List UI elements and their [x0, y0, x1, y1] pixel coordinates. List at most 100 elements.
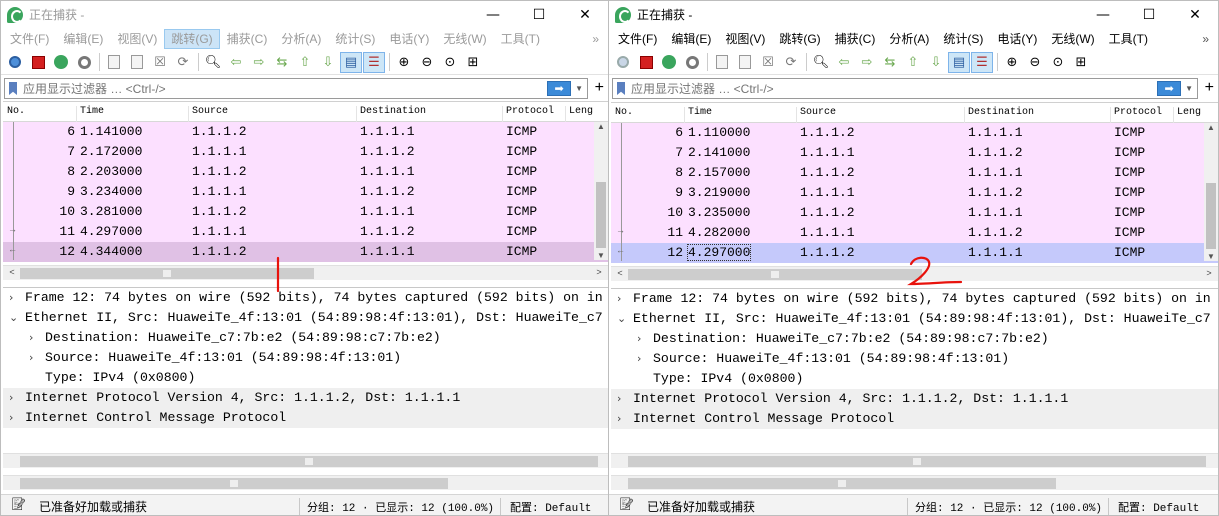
packet-row-selected[interactable]: 12 4.344000 1.1.1.2 1.1.1.1 ICMP: [3, 242, 608, 262]
go-back-button[interactable]: ⇦: [225, 52, 247, 73]
menu-view[interactable]: 视图(V): [718, 30, 772, 48]
detail-row-destination[interactable]: › Destination: HuaweiTe_c7:7b:e2 (54:89:9…: [611, 329, 1218, 349]
menu-tools[interactable]: 工具(T): [1102, 30, 1155, 48]
bytes-hscrollbar[interactable]: [611, 475, 1218, 490]
packet-row[interactable]: 9 3.234000 1.1.1.1 1.1.1.2 ICMP: [3, 182, 608, 202]
add-filter-button[interactable]: +: [595, 78, 604, 98]
menu-telephony[interactable]: 电话(Y): [382, 30, 436, 48]
menu-telephony[interactable]: 电话(Y): [990, 30, 1044, 48]
add-filter-button[interactable]: +: [1205, 78, 1214, 98]
colorize-button[interactable]: ☰: [971, 51, 993, 73]
scroll-thumb[interactable]: [596, 182, 606, 248]
scroll-thumb[interactable]: [20, 268, 314, 279]
detail-row-type[interactable]: Type: IPv4 (0x0800): [611, 369, 1218, 389]
menu-go[interactable]: 跳转(G): [164, 29, 220, 49]
open-file-button[interactable]: [103, 52, 125, 73]
bytes-hscrollbar[interactable]: [3, 475, 608, 490]
first-packet-button[interactable]: ⇧: [902, 52, 924, 73]
go-to-packet-button[interactable]: ⇆: [271, 52, 293, 73]
menu-capture[interactable]: 捕获(C): [828, 30, 883, 48]
packet-list-hscrollbar[interactable]: < >: [611, 266, 1218, 281]
col-time[interactable]: Time: [80, 106, 104, 117]
detail-row-icmp[interactable]: › Internet Control Message Protocol: [611, 409, 1218, 429]
scroll-down-icon[interactable]: ▼: [594, 251, 608, 260]
col-destination[interactable]: Destination: [968, 107, 1034, 118]
menu-edit[interactable]: 编辑(E): [664, 30, 718, 48]
zoom-out-button[interactable]: ⊖: [416, 52, 438, 73]
display-filter-input[interactable]: [23, 81, 548, 96]
zoom-in-button[interactable]: ⊕: [1001, 52, 1023, 73]
packet-row[interactable]: 10 3.281000 1.1.1.2 1.1.1.1 ICMP: [3, 202, 608, 222]
menu-statistics[interactable]: 统计(S): [328, 30, 382, 48]
menu-tools[interactable]: 工具(T): [494, 30, 547, 48]
title-bar[interactable]: 正在捕获 - — ☐ ✕: [1, 1, 608, 28]
scroll-thumb[interactable]: [20, 478, 448, 489]
col-source[interactable]: Source: [192, 106, 228, 117]
menu-analyze[interactable]: 分析(A): [274, 30, 328, 48]
scroll-left-icon[interactable]: <: [613, 268, 627, 278]
scroll-down-icon[interactable]: ▼: [1204, 252, 1218, 261]
bookmark-icon[interactable]: [617, 82, 625, 95]
scroll-thumb[interactable]: [628, 269, 922, 280]
zoom-in-button[interactable]: ⊕: [393, 52, 415, 73]
display-filter-input[interactable]: [631, 81, 1158, 96]
details-hscrollbar[interactable]: [3, 453, 608, 468]
packet-row[interactable]: 7 2.172000 1.1.1.1 1.1.1.2 ICMP: [3, 142, 608, 162]
status-profile-text[interactable]: 配置: Default: [1118, 499, 1199, 515]
scroll-thumb[interactable]: [628, 456, 1206, 467]
menu-wireless[interactable]: 无线(W): [436, 30, 493, 48]
packet-row[interactable]: 9 3.219000 1.1.1.1 1.1.1.2 ICMP: [611, 183, 1218, 203]
last-packet-button[interactable]: ⇩: [925, 52, 947, 73]
menu-analyze[interactable]: 分析(A): [882, 30, 936, 48]
close-file-button[interactable]: ☒: [149, 52, 171, 73]
menu-wireless[interactable]: 无线(W): [1044, 30, 1101, 48]
capture-options-button[interactable]: [681, 52, 703, 73]
expert-info-icon[interactable]: 📝︎: [11, 497, 26, 511]
go-forward-button[interactable]: ⇨: [856, 52, 878, 73]
menu-go[interactable]: 跳转(G): [772, 30, 827, 48]
packet-row[interactable]: 8 2.203000 1.1.1.2 1.1.1.1 ICMP: [3, 162, 608, 182]
go-to-packet-button[interactable]: ⇆: [879, 52, 901, 73]
close-button[interactable]: ✕: [562, 1, 608, 28]
scroll-left-icon[interactable]: <: [5, 267, 19, 277]
col-destination[interactable]: Destination: [360, 106, 426, 117]
menu-file[interactable]: 文件(F): [611, 30, 664, 48]
detail-row-source[interactable]: › Source: HuaweiTe_4f:13:01 (54:89:98:4f:…: [611, 349, 1218, 369]
zoom-reset-button[interactable]: ⊙: [439, 52, 461, 73]
menu-view[interactable]: 视图(V): [110, 30, 164, 48]
minimize-button[interactable]: —: [1080, 1, 1126, 28]
col-no[interactable]: No.: [615, 107, 633, 118]
bookmark-icon[interactable]: [9, 82, 17, 95]
detail-row-type[interactable]: Type: IPv4 (0x0800): [3, 368, 608, 388]
scroll-thumb[interactable]: [628, 478, 1056, 489]
save-file-button[interactable]: [126, 52, 148, 73]
stop-capture-button[interactable]: [635, 52, 657, 73]
menu-edit[interactable]: 编辑(E): [56, 30, 110, 48]
packet-list-vscrollbar[interactable]: ▲ ▼: [594, 122, 608, 260]
packet-row[interactable]: 7 2.141000 1.1.1.1 1.1.1.2 ICMP: [611, 143, 1218, 163]
packet-row-selected[interactable]: 12 4.297000 1.1.1.2 1.1.1.1 ICMP: [611, 243, 1218, 263]
restart-capture-button[interactable]: [658, 52, 680, 73]
col-source[interactable]: Source: [800, 107, 836, 118]
resize-columns-button[interactable]: ⊞: [462, 52, 484, 73]
find-packet-button[interactable]: 🔍︎: [810, 52, 832, 73]
detail-row-frame[interactable]: › Frame 12: 74 bytes on wire (592 bits), …: [3, 288, 608, 308]
find-packet-button[interactable]: 🔍︎: [202, 52, 224, 73]
apply-filter-button[interactable]: ➡: [547, 81, 572, 96]
open-file-button[interactable]: [711, 52, 733, 73]
title-bar[interactable]: 正在捕获 - — ☐ ✕: [609, 1, 1218, 28]
col-length[interactable]: Leng: [569, 106, 593, 117]
packet-row[interactable]: 6 1.110000 1.1.1.2 1.1.1.1 ICMP: [611, 123, 1218, 143]
go-back-button[interactable]: ⇦: [833, 52, 855, 73]
detail-row-ethernet[interactable]: ⌄ Ethernet II, Src: HuaweiTe_4f:13:01 (54…: [3, 308, 608, 328]
col-length[interactable]: Leng: [1177, 107, 1201, 118]
auto-scroll-button[interactable]: ▤: [948, 51, 970, 73]
reload-file-button[interactable]: ⟳: [780, 52, 802, 73]
packet-row[interactable]: 10 3.235000 1.1.1.2 1.1.1.1 ICMP: [611, 203, 1218, 223]
packet-row[interactable]: 8 2.157000 1.1.1.2 1.1.1.1 ICMP: [611, 163, 1218, 183]
details-hscrollbar[interactable]: [611, 453, 1218, 468]
scroll-right-icon[interactable]: >: [1202, 268, 1216, 278]
scroll-up-icon[interactable]: ▲: [594, 122, 608, 131]
zoom-reset-button[interactable]: ⊙: [1047, 52, 1069, 73]
col-no[interactable]: No.: [7, 106, 25, 117]
